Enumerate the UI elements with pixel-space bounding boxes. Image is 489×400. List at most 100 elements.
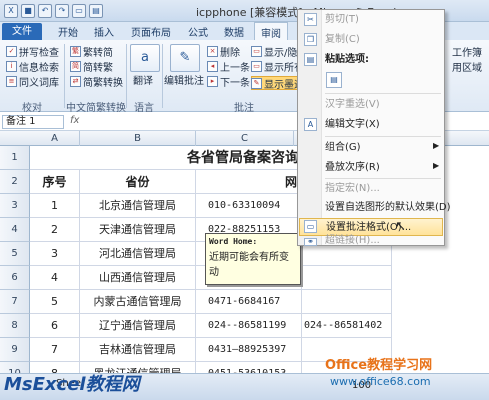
thesaurus-button[interactable]: ≡ 同义词库 — [6, 74, 59, 89]
group-separator — [64, 44, 65, 108]
cell-phone-2[interactable] — [302, 266, 392, 290]
row-header[interactable]: 3 — [0, 194, 30, 218]
column-header-c[interactable]: C — [196, 131, 294, 146]
cell-province[interactable]: 内蒙古通信管理局 — [80, 290, 196, 314]
tab-insert[interactable]: 插入 — [94, 24, 114, 39]
simp-to-trad-button[interactable]: 简简转繁 — [70, 59, 113, 74]
row-header[interactable]: 5 — [0, 242, 30, 266]
undo-icon[interactable]: ↶ — [38, 4, 52, 18]
cell-province[interactable]: 北京通信管理局 — [80, 194, 196, 218]
cell-phone[interactable]: 010-63310094 — [196, 194, 302, 218]
trad-to-simp-button[interactable]: 繁繁转简 — [70, 44, 113, 59]
translate-button[interactable]: a — [130, 44, 160, 72]
edit-comment-button[interactable]: ✎ — [170, 44, 200, 72]
share-workbook-button[interactable]: 工作簿 — [452, 44, 482, 59]
cell-province[interactable]: 天津通信管理局 — [80, 218, 196, 242]
menu-separator — [325, 93, 441, 94]
row-header[interactable]: 1 — [0, 146, 30, 170]
menu-item-reconversion[interactable]: 汉字重选(V) — [299, 96, 443, 114]
row-header[interactable]: 9 — [0, 338, 30, 362]
group-label-proofing: 校对 — [22, 103, 42, 114]
next-icon: ▸ — [207, 76, 218, 87]
header-cell-phone[interactable]: 网 — [196, 170, 302, 194]
menu-separator — [325, 136, 441, 137]
mouse-cursor-icon: ↖ — [395, 219, 406, 234]
submenu-arrow-icon: ▶ — [433, 141, 440, 150]
conversion-icon: ⇄ — [70, 76, 81, 87]
menu-separator — [325, 178, 441, 179]
cell-number[interactable]: 3 — [30, 242, 80, 266]
previous-icon: ◂ — [207, 61, 218, 72]
cell-number[interactable]: 1 — [30, 194, 80, 218]
spell-check-icon: ✓ — [6, 46, 17, 57]
tab-page-layout[interactable]: 页面布局 — [131, 24, 171, 39]
column-header-b[interactable]: B — [80, 131, 196, 146]
group-label-chinese: 中文简繁转换 — [66, 103, 126, 114]
tab-formulas[interactable]: 公式 — [188, 24, 208, 39]
tab-file[interactable]: 文件 — [2, 23, 42, 40]
row-header[interactable]: 4 — [0, 218, 30, 242]
tab-home[interactable]: 开始 — [58, 24, 78, 39]
column-header-a[interactable]: A — [30, 131, 80, 146]
header-cell-province[interactable]: 省份 — [80, 170, 196, 194]
redo-icon[interactable]: ↷ — [55, 4, 69, 18]
cell-phone[interactable]: 0431—88925397 — [196, 338, 302, 362]
submenu-arrow-icon: ▶ — [433, 161, 440, 170]
watermark-right: Office教程学习网 — [325, 358, 433, 373]
show-hide-icon: ▭ — [251, 46, 262, 57]
menu-item-order[interactable]: 叠放次序(R) — [299, 159, 443, 177]
research-button[interactable]: i 信息检索 — [6, 59, 59, 74]
cell-number[interactable]: 2 — [30, 218, 80, 242]
name-box[interactable]: 备注 1 — [2, 115, 64, 129]
row-header[interactable]: 8 — [0, 314, 30, 338]
save-icon[interactable]: ■ — [21, 4, 35, 18]
next-comment-button[interactable]: ▸ 下一条 — [207, 74, 250, 89]
row-header[interactable]: 7 — [0, 290, 30, 314]
cell-phone-2[interactable] — [302, 290, 392, 314]
print-icon[interactable]: ▤ — [89, 4, 103, 18]
thesaurus-icon: ≡ — [6, 76, 17, 87]
delete-comment-button[interactable]: × 删除 — [207, 44, 240, 59]
cell-province[interactable]: 山西通信管理局 — [80, 266, 196, 290]
chinese-conversion-button[interactable]: ⇄ 简繁转换 — [70, 74, 123, 89]
sheet-title-cell[interactable]: 各省管局备案咨询 — [30, 146, 302, 170]
open-folder-icon[interactable]: ▭ — [72, 4, 86, 18]
menu-item-hyperlink[interactable]: 超链接(H)... — [299, 236, 443, 246]
cell-number[interactable]: 4 — [30, 266, 80, 290]
cell-phone[interactable]: 0471-6684167 — [196, 290, 302, 314]
group-label-comments: 批注 — [234, 103, 254, 114]
tab-review[interactable]: 审阅 — [254, 22, 288, 40]
menu-item-copy[interactable]: 复制(C) — [299, 31, 443, 49]
cell-phone-2[interactable]: 024--86581402 — [302, 314, 392, 338]
cell-province[interactable]: 河北通信管理局 — [80, 242, 196, 266]
row-header[interactable]: 2 — [0, 170, 30, 194]
simp-trad-icon: 简 — [70, 61, 81, 72]
cell-number[interactable]: 7 — [30, 338, 80, 362]
fx-icon[interactable]: fx — [70, 115, 79, 126]
research-icon: i — [6, 61, 17, 72]
comment-box[interactable]: Word Home: 近期可能会有所变动 — [205, 233, 301, 285]
menu-item-format-comment[interactable]: 设置批注格式(O)... — [299, 218, 443, 236]
cell-number[interactable]: 5 — [30, 290, 80, 314]
allow-edit-ranges-button[interactable]: 用区域 — [452, 59, 482, 74]
translate-icon: a — [141, 50, 149, 65]
translate-label: 翻译 — [133, 76, 153, 87]
comment-text: 近期可能会有所变动 — [209, 252, 289, 278]
menu-item-cut[interactable]: 剪切(T) — [299, 11, 443, 29]
header-cell-number[interactable]: 序号 — [30, 170, 80, 194]
spell-check-button[interactable]: ✓ 拼写检查 — [6, 44, 59, 59]
menu-item-assign-macro[interactable]: 指定宏(N)... — [299, 180, 443, 198]
tab-data[interactable]: 数据 — [224, 24, 244, 39]
menu-item-set-default-effect[interactable]: 设置自选图形的默认效果(D) — [299, 199, 451, 217]
cell-number[interactable]: 6 — [30, 314, 80, 338]
row-header[interactable]: 6 — [0, 266, 30, 290]
menu-item-edit-text[interactable]: 编辑文字(X) — [299, 116, 443, 134]
group-label-language: 语言 — [134, 103, 154, 114]
cell-province[interactable]: 辽宁通信管理局 — [80, 314, 196, 338]
previous-comment-button[interactable]: ◂ 上一条 — [207, 59, 250, 74]
paste-icon[interactable]: ▤ — [326, 72, 342, 88]
cell-phone[interactable]: 024--86581199 — [196, 314, 302, 338]
menu-item-group[interactable]: 组合(G) — [299, 139, 443, 157]
quick-access-toolbar: X ■ ↶ ↷ ▭ ▤ — [4, 3, 103, 19]
cell-province[interactable]: 吉林通信管理局 — [80, 338, 196, 362]
